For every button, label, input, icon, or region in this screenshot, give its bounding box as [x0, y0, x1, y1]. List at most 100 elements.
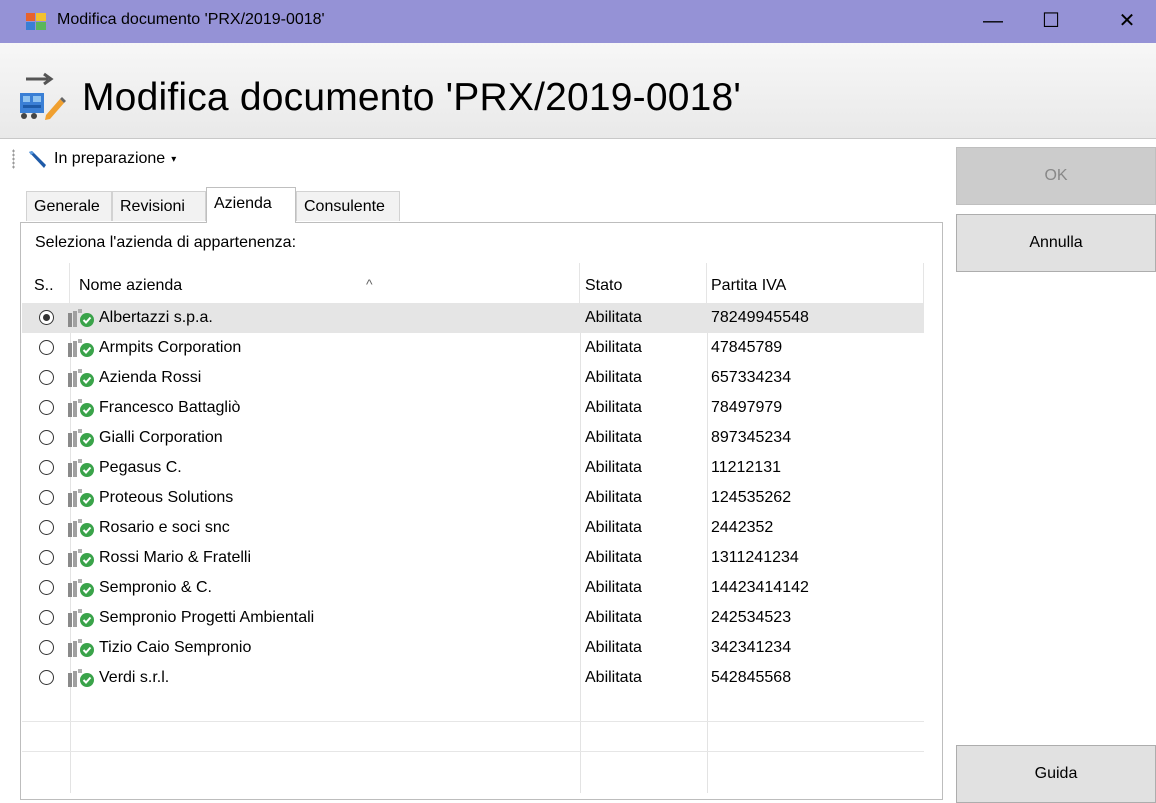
app-icon	[26, 13, 46, 30]
table-row[interactable]: Francesco Battagliò Abilitata 78497979	[22, 393, 924, 423]
company-name: Rosario e soci snc	[99, 519, 230, 536]
company-vat: 11212131	[711, 459, 781, 476]
company-name: Albertazzi s.p.a.	[99, 309, 213, 326]
company-status: Abilitata	[585, 609, 642, 626]
table-row[interactable]: Armpits Corporation Abilitata 47845789	[22, 333, 924, 363]
company-status: Abilitata	[585, 429, 642, 446]
company-name: Sempronio & C.	[99, 579, 212, 596]
table-row[interactable]: Sempronio Progetti Ambientali Abilitata 24…	[22, 603, 924, 633]
grid-empty-row-line	[22, 721, 924, 722]
sort-ascending-icon: ^	[366, 276, 373, 292]
table-row[interactable]: Pegasus C. Abilitata 11212131	[22, 453, 924, 483]
status-toolbar: In preparazione ▾	[8, 140, 928, 176]
table-row[interactable]: Tizio Caio Sempronio Abilitata 342341234	[22, 633, 924, 663]
radio-dot	[43, 314, 50, 321]
company-status: Abilitata	[585, 549, 642, 566]
window-titlebar[interactable]: Modifica documento 'PRX/2019-0018' — ☐ ✕	[0, 0, 1156, 43]
company-radio[interactable]	[39, 460, 54, 475]
company-radio[interactable]	[39, 400, 54, 415]
company-enabled-icon	[68, 459, 94, 477]
company-status: Abilitata	[585, 489, 642, 506]
column-header-name[interactable]: ^ Nome azienda	[70, 263, 580, 303]
company-vat: 124535262	[711, 489, 792, 506]
company-radio[interactable]	[39, 310, 54, 325]
table-row[interactable]: Gialli Corporation Abilitata 897345234	[22, 423, 924, 453]
company-radio[interactable]	[39, 640, 54, 655]
tab-revisioni[interactable]: Revisioni	[112, 191, 206, 221]
table-row[interactable]: Proteous Solutions Abilitata 124535262	[22, 483, 924, 513]
table-row[interactable]: Rossi Mario & Fratelli Abilitata 131124123…	[22, 543, 924, 573]
company-enabled-icon	[68, 579, 94, 597]
company-radio[interactable]	[39, 340, 54, 355]
company-enabled-icon	[68, 369, 94, 387]
company-radio[interactable]	[39, 490, 54, 505]
table-row[interactable]: Rosario e soci snc Abilitata 2442352	[22, 513, 924, 543]
company-vat: 78249945548	[711, 309, 809, 326]
company-radio[interactable]	[39, 610, 54, 625]
company-vat: 242534523	[711, 609, 792, 626]
company-name: Gialli Corporation	[99, 429, 223, 446]
help-button[interactable]: Guida	[956, 745, 1156, 803]
company-radio[interactable]	[39, 580, 54, 595]
company-radio[interactable]	[39, 520, 54, 535]
company-enabled-icon	[68, 639, 94, 657]
status-dropdown[interactable]: In preparazione ▾	[26, 146, 176, 172]
dialog-header: Modifica documento 'PRX/2019-0018'	[0, 43, 1156, 139]
company-status: Abilitata	[585, 669, 642, 686]
company-name: Verdi s.r.l.	[99, 669, 170, 686]
table-row[interactable]: Azienda Rossi Abilitata 657334234	[22, 363, 924, 393]
company-status: Abilitata	[585, 639, 642, 656]
chevron-down-icon: ▾	[171, 153, 177, 165]
company-enabled-icon	[68, 339, 94, 357]
company-vat: 78497979	[711, 399, 783, 416]
company-enabled-icon	[68, 489, 94, 507]
status-label: In preparazione	[54, 150, 166, 167]
company-name: Pegasus C.	[99, 459, 182, 476]
toolbar-grip[interactable]	[12, 149, 15, 169]
company-radio[interactable]	[39, 670, 54, 685]
company-name: Sempronio Progetti Ambientali	[99, 609, 315, 626]
company-vat: 342341234	[711, 639, 792, 656]
tab-consulente[interactable]: Consulente	[296, 191, 400, 221]
company-vat: 897345234	[711, 429, 792, 446]
page-title: Modifica documento 'PRX/2019-0018'	[82, 76, 742, 119]
pencil-icon	[29, 151, 46, 168]
company-radio[interactable]	[39, 550, 54, 565]
table-row[interactable]: Sempronio & C. Abilitata 14423414142	[22, 573, 924, 603]
close-button[interactable]: ✕	[1098, 0, 1156, 43]
company-vat: 542845568	[711, 669, 792, 686]
tab-generale[interactable]: Generale	[26, 191, 112, 221]
company-vat: 14423414142	[711, 579, 809, 596]
company-radio[interactable]	[39, 370, 54, 385]
column-header-stato[interactable]: Stato	[580, 263, 707, 303]
company-name: Rossi Mario & Fratelli	[99, 549, 252, 566]
maximize-button[interactable]: ☐	[1022, 0, 1080, 43]
company-vat: 2442352	[711, 519, 774, 536]
company-name: Tizio Caio Sempronio	[99, 639, 252, 656]
ok-button[interactable]: OK	[956, 147, 1156, 205]
azienda-panel: Seleziona l'azienda di appartenenza: S..…	[20, 222, 943, 800]
company-enabled-icon	[68, 549, 94, 567]
company-enabled-icon	[68, 309, 94, 327]
company-name: Azienda Rossi	[99, 369, 202, 386]
tab-azienda[interactable]: Azienda	[206, 187, 296, 223]
company-status: Abilitata	[585, 399, 642, 416]
grid-empty-row-line	[22, 751, 924, 752]
table-row[interactable]: Albertazzi s.p.a. Abilitata 78249945548	[22, 303, 924, 333]
select-company-prompt: Seleziona l'azienda di appartenenza:	[35, 234, 297, 251]
company-enabled-icon	[68, 609, 94, 627]
company-status: Abilitata	[585, 519, 642, 536]
column-header-iva[interactable]: Partita IVA	[707, 263, 924, 303]
company-enabled-icon	[68, 519, 94, 537]
minimize-button[interactable]: —	[964, 0, 1022, 43]
column-header-select[interactable]: S..	[22, 263, 70, 303]
column-header-name-label: Nome azienda	[79, 277, 183, 294]
company-name: Proteous Solutions	[99, 489, 234, 506]
company-status: Abilitata	[585, 459, 642, 476]
cancel-button[interactable]: Annulla	[956, 214, 1156, 272]
company-grid[interactable]: S.. ^ Nome azienda Stato Partita IVA Alb…	[22, 263, 924, 793]
document-edit-icon	[20, 72, 66, 120]
window-title: Modifica documento 'PRX/2019-0018'	[57, 11, 325, 28]
company-radio[interactable]	[39, 430, 54, 445]
table-row[interactable]: Verdi s.r.l. Abilitata 542845568	[22, 663, 924, 693]
